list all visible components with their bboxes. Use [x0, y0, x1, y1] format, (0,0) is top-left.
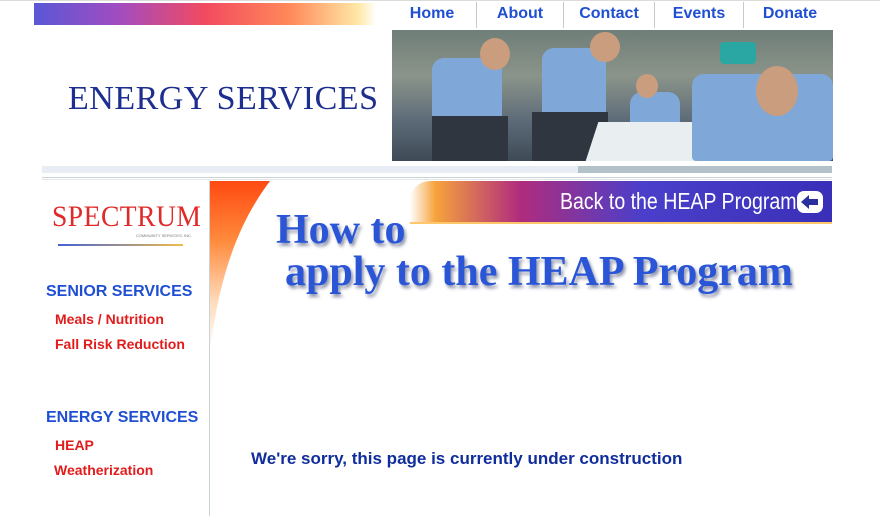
nav-events-link[interactable]: Events	[655, 2, 744, 28]
header-workers-photo	[392, 30, 833, 161]
worker-legs	[432, 116, 508, 161]
worker-head	[590, 32, 620, 62]
nav-home-link[interactable]: Home	[388, 2, 477, 28]
weatherization-link[interactable]: Weatherization	[54, 462, 153, 478]
spectrum-logo[interactable]: SPECTRUM	[52, 200, 201, 234]
drill	[720, 42, 756, 64]
page-heading-line2: apply to the HEAP Program	[285, 249, 793, 295]
workbench	[585, 122, 709, 161]
spectrum-logo-subtext: COMMUNITY SERVICES, INC.	[135, 233, 192, 238]
content-top-rule-light	[42, 179, 832, 180]
nav-contact-link[interactable]: Contact	[564, 2, 655, 28]
spectrum-logo-underline	[58, 244, 183, 246]
nav-donate-link[interactable]: Donate	[744, 2, 836, 28]
energy-services-heading: ENERGY SERVICES	[46, 409, 199, 426]
arrow-left-icon[interactable]	[797, 191, 823, 213]
nav-about-link[interactable]: About	[477, 2, 564, 28]
page-heading-line1: How to	[276, 207, 406, 253]
worker-head	[636, 74, 658, 98]
back-to-heap-label[interactable]: Back to the HEAP Program	[560, 186, 797, 216]
senior-services-heading: SENIOR SERVICES	[46, 283, 193, 300]
heap-link[interactable]: HEAP	[55, 437, 94, 453]
decorative-swoosh	[210, 181, 270, 351]
top-border	[0, 0, 880, 1]
top-navigation: Home About Contact Events Donate	[388, 2, 836, 28]
content-top-rule	[42, 177, 832, 178]
fall-risk-reduction-link[interactable]: Fall Risk Reduction	[55, 336, 185, 352]
under-construction-notice: We're sorry, this page is currently unde…	[251, 449, 683, 468]
worker-head	[756, 66, 798, 116]
header-divider-accent	[578, 166, 832, 173]
header-gradient-strip	[34, 3, 376, 25]
site-title: ENERGY SERVICES	[68, 80, 379, 117]
worker-head	[480, 38, 510, 70]
meals-nutrition-link[interactable]: Meals / Nutrition	[55, 311, 164, 327]
